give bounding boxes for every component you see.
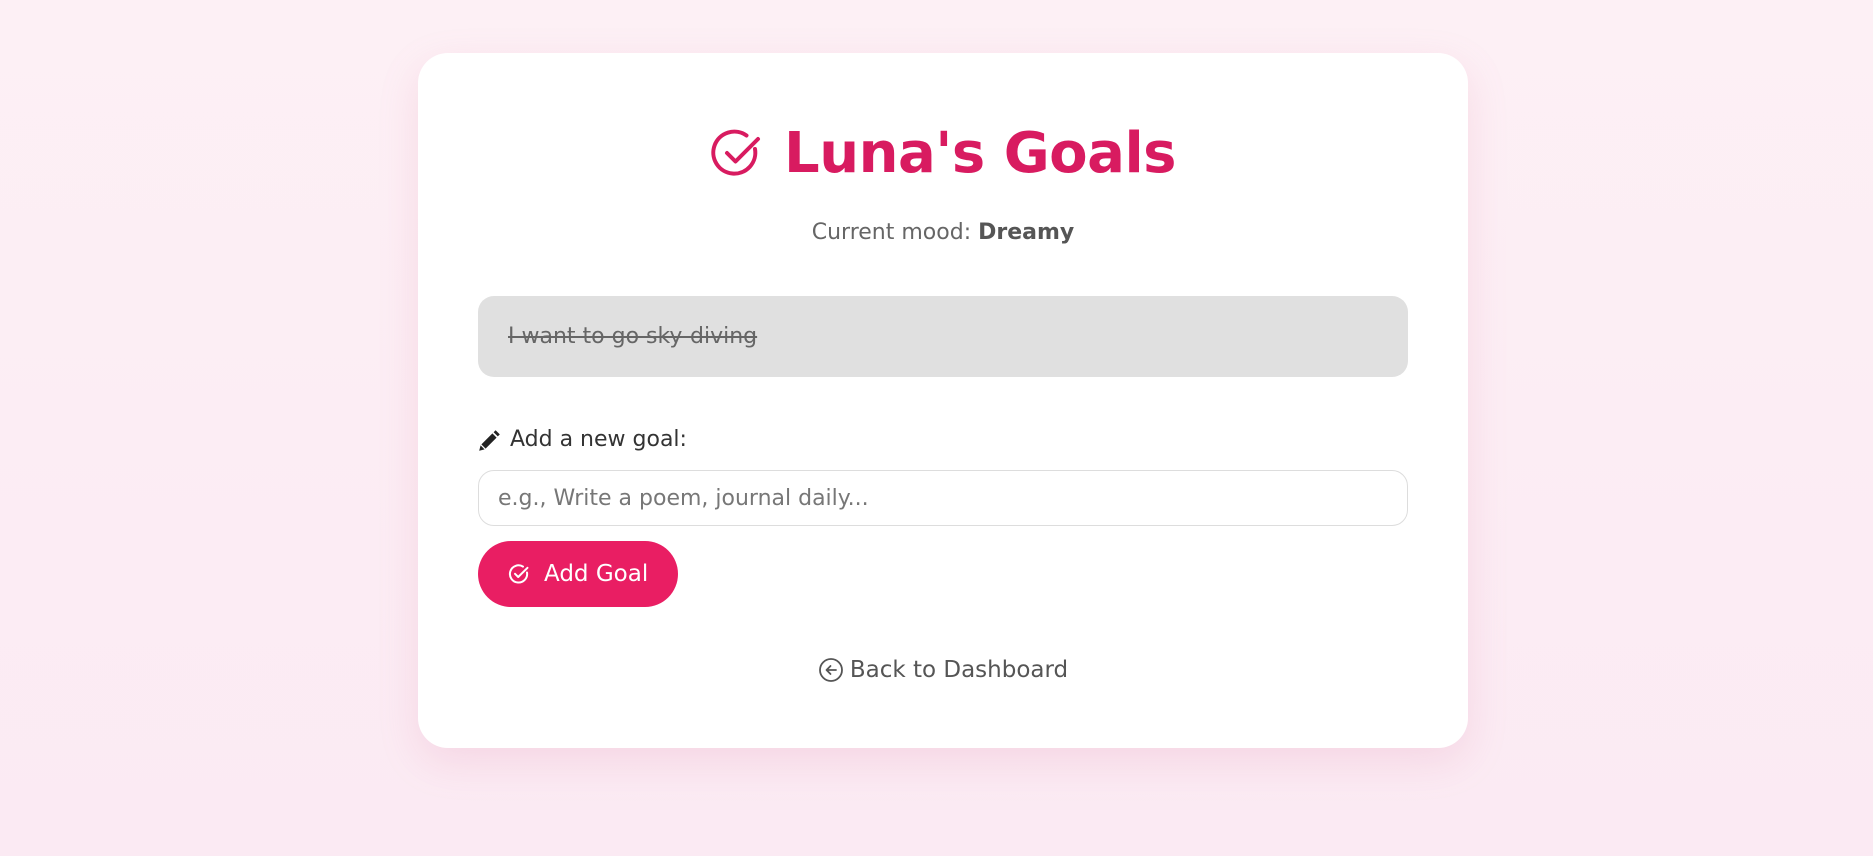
add-goal-label: Add a new goal: xyxy=(510,427,687,452)
mood-label: Current mood: xyxy=(811,220,979,245)
page-title: Luna's Goals xyxy=(784,121,1176,186)
back-to-dashboard-link[interactable]: Back to Dashboard xyxy=(418,657,1468,683)
current-mood: Current mood: Dreamy xyxy=(418,220,1468,245)
arrow-left-circle-icon xyxy=(818,657,844,683)
mood-value: Dreamy xyxy=(978,220,1075,245)
add-goal-label-row: Add a new goal: xyxy=(478,427,687,452)
pencil-icon xyxy=(478,428,502,452)
add-goal-button-label: Add Goal xyxy=(544,561,649,587)
goals-card: Luna's Goals Current mood: Dreamy I want… xyxy=(418,53,1468,748)
back-link-label: Back to Dashboard xyxy=(849,657,1069,683)
add-goal-button[interactable]: Add Goal xyxy=(478,541,679,607)
check-circle-icon xyxy=(710,127,764,181)
goal-text: I want to go sky-diving xyxy=(508,324,758,349)
check-circle-icon xyxy=(508,563,530,585)
new-goal-input[interactable] xyxy=(478,470,1408,526)
goal-item-completed[interactable]: I want to go sky-diving xyxy=(478,296,1408,377)
title-row: Luna's Goals xyxy=(418,121,1468,186)
